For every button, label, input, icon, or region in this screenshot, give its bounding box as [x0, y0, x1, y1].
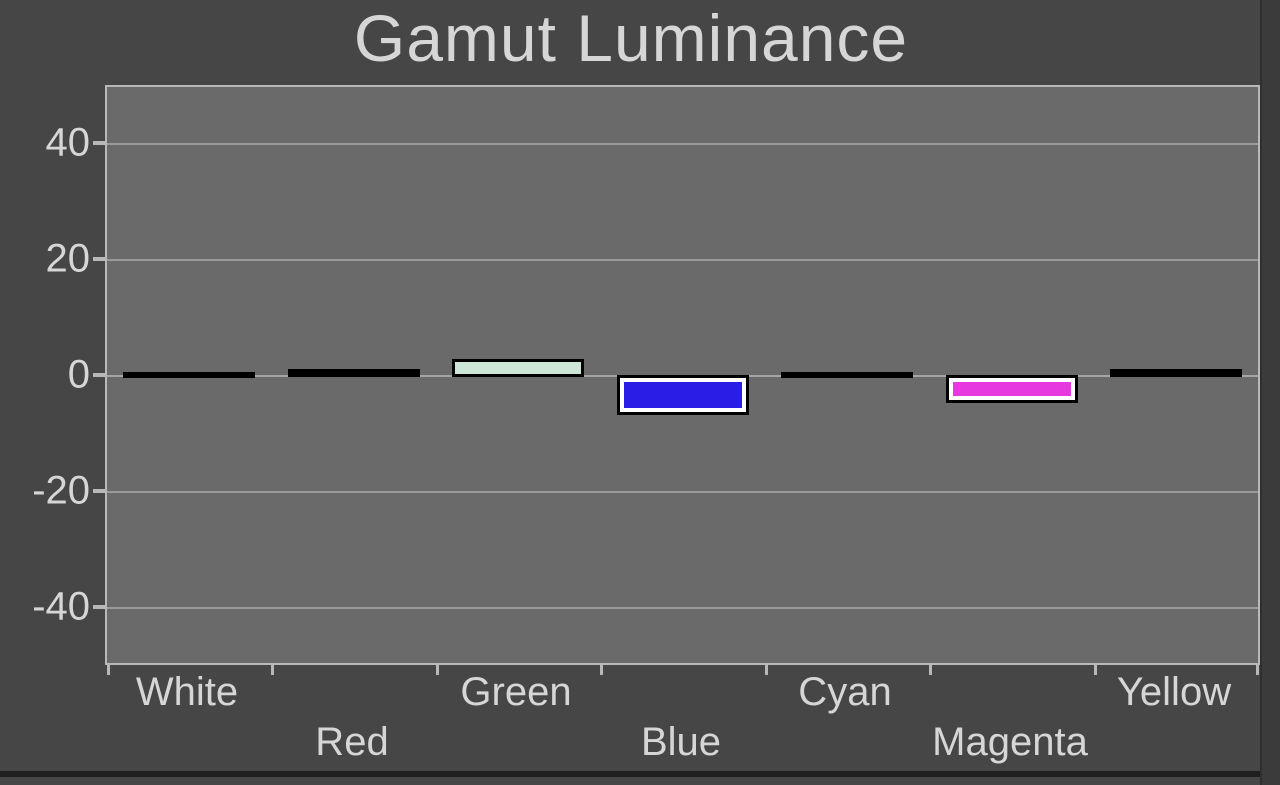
x-tick	[600, 663, 603, 675]
bar-yellow	[1110, 369, 1242, 377]
gamut-luminance-chart: Gamut Luminance 40 20 0 -20 -40	[0, 0, 1280, 785]
x-label: Yellow	[1117, 670, 1231, 715]
x-tick	[436, 663, 439, 675]
y-tick	[93, 605, 105, 609]
y-tick-label: 0	[0, 353, 90, 398]
x-tick	[765, 663, 768, 675]
y-tick	[93, 489, 105, 493]
x-label: Magenta	[932, 720, 1088, 765]
x-label: Green	[460, 670, 571, 715]
gridline	[107, 259, 1258, 261]
x-tick	[107, 663, 110, 675]
y-tick	[93, 373, 105, 377]
x-tick	[271, 663, 274, 675]
x-tick	[1094, 663, 1097, 675]
x-tick	[1256, 663, 1259, 675]
x-tick	[929, 663, 932, 675]
bar-cyan	[781, 372, 913, 378]
x-label: White	[136, 670, 238, 715]
bar-blue	[617, 375, 749, 415]
y-tick-label: 40	[0, 121, 90, 166]
chart-title: Gamut Luminance	[0, 0, 1262, 76]
gridline	[107, 491, 1258, 493]
x-label: Red	[315, 720, 388, 765]
gridline	[107, 607, 1258, 609]
panel-bottom-rule	[0, 771, 1280, 777]
y-tick-label: -20	[0, 469, 90, 514]
bar-magenta	[946, 375, 1078, 403]
gridline	[107, 143, 1258, 145]
y-tick	[93, 141, 105, 145]
bar-green	[452, 359, 584, 377]
x-label: Cyan	[798, 670, 891, 715]
y-tick-label: -40	[0, 585, 90, 630]
x-label: Blue	[641, 720, 721, 765]
y-tick-label: 20	[0, 237, 90, 282]
plot-area	[105, 85, 1260, 665]
panel-right-edge	[1260, 0, 1280, 785]
bar-red	[288, 369, 420, 377]
y-tick	[93, 257, 105, 261]
bar-white	[123, 372, 255, 378]
